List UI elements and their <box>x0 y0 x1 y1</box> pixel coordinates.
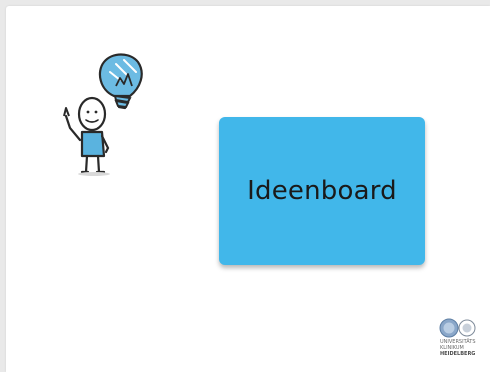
university-seal-icon <box>439 318 476 338</box>
idea-figure-icon <box>63 53 143 176</box>
slide-title: Ideenboard <box>247 176 397 206</box>
university-logo: UNIVERSITÄTS KLINIKUM HEIDELBERG <box>434 318 482 368</box>
logo-line-3: HEIDELBERG <box>440 351 476 357</box>
title-card: Ideenboard <box>219 117 425 265</box>
slide-canvas: Ideenboard UNIVERSITÄTS KLINIKUM HEIDELB… <box>6 6 490 372</box>
lightbulb-icon <box>98 53 143 110</box>
